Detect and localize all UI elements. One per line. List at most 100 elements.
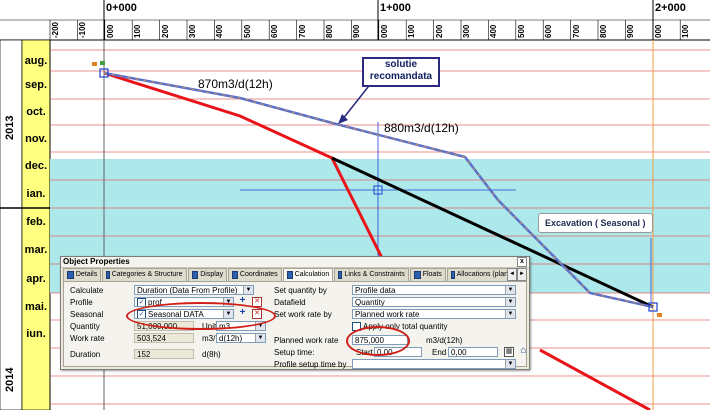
chevron-left-icon[interactable]: ◄	[507, 268, 517, 281]
planned-rate-unit: m3/d(12h)	[426, 336, 463, 345]
month-label: ian.	[26, 188, 46, 200]
set-quantity-value: Profile data	[355, 286, 396, 295]
tab-icon	[106, 271, 110, 279]
tab-label: Categories & Structure	[111, 271, 183, 278]
tab-coordinates[interactable]: Coordinates	[228, 268, 282, 281]
tab-icon	[191, 271, 199, 279]
chainage-minor-label: 300	[462, 24, 471, 38]
dialog-title-bar[interactable]: Object Properties x	[61, 257, 529, 268]
chainage-major-label: 2+000	[655, 2, 686, 14]
planned-rate-label: Planned work rate	[274, 336, 339, 345]
callout-text: solutie recomandata	[369, 59, 433, 82]
calendar-icon[interactable]: ▦	[504, 347, 514, 357]
end-label: End	[432, 348, 447, 357]
highlight-ellipse-rate	[346, 326, 410, 356]
chevron-down-icon: ▼	[505, 310, 515, 318]
tab-links-constraints[interactable]: Links & Constraints	[334, 268, 409, 281]
work-rate-unit-select[interactable]: d(12h) ▼	[216, 333, 266, 343]
recommended-solution-callout[interactable]: solutie recomandata	[362, 57, 440, 87]
object-properties-dialog: Object Properties x Details Categories & …	[60, 256, 530, 370]
chainage-minor-label: 100	[681, 24, 691, 38]
month-label: mai.	[24, 300, 47, 313]
tab-label: Coordinates	[239, 271, 278, 278]
chevron-down-icon: ▼	[243, 286, 253, 294]
work-rate-field[interactable]: 503,524	[134, 333, 194, 343]
excavation-callout[interactable]: Excavation ( Seasonal )	[538, 213, 653, 233]
chainage-minor-label: 500	[516, 24, 526, 38]
setup-time-label: Setup time:	[274, 348, 315, 357]
tab-label: Calculation	[294, 271, 330, 278]
profile-label: Profile	[70, 298, 93, 307]
chainage-minor-label: 700	[297, 24, 307, 38]
rate-label-870: 870m3/d(12h)	[198, 77, 273, 91]
year-label-2014: 2014	[4, 367, 16, 392]
calculation-panel: Calculate Duration (Data From Profile) ▼ …	[63, 281, 528, 369]
tab-label: Floats	[422, 271, 442, 278]
chainage-minor-label: 900	[626, 24, 636, 38]
calculate-select-value: Duration (Data From Profile)	[137, 286, 238, 295]
tab-floats[interactable]: Floats	[409, 268, 446, 281]
tab-details[interactable]: Details	[63, 268, 102, 281]
calculate-select[interactable]: Duration (Data From Profile) ▼	[134, 285, 254, 295]
work-rate-unit: m3/	[202, 334, 216, 343]
tab-calculation[interactable]: Calculation	[282, 268, 334, 281]
home-icon[interactable]: ⌂	[519, 346, 528, 356]
month-label: nov.	[25, 132, 47, 145]
chainage-minor-label: -200	[51, 21, 60, 38]
month-label: aug.	[24, 54, 48, 67]
tab-scroll-buttons: ◄ ►	[507, 268, 527, 281]
tab-icon	[450, 271, 455, 279]
work-rate-label: Work rate	[70, 334, 105, 343]
tab-label: Details	[75, 271, 98, 278]
chainage-minor-label: 800	[599, 24, 608, 38]
tab-display[interactable]: Display	[187, 268, 228, 281]
duration-field[interactable]: 152	[134, 349, 194, 359]
chainage-minor-label: 200	[160, 24, 170, 38]
duration-unit: d(8h)	[202, 350, 221, 359]
set-quantity-select[interactable]: Profile data ▼	[352, 285, 516, 295]
duration-label: Duration	[70, 350, 101, 359]
chevron-down-icon: ▼	[505, 298, 515, 306]
chainage-minor-label: 000	[653, 24, 663, 38]
tab-label: Display	[200, 271, 224, 278]
chainage-minor-label: 000	[105, 24, 115, 38]
chainage-minor-label: 800	[325, 24, 334, 38]
tab-icon	[67, 271, 74, 279]
chainage-minor-label: 100	[407, 24, 417, 38]
chevron-down-icon: ▼	[255, 334, 265, 342]
tab-icon	[286, 271, 293, 279]
chevron-right-icon[interactable]: ►	[517, 268, 527, 281]
chainage-minor-label: 400	[215, 24, 225, 38]
highlight-ellipse-seasonal	[126, 302, 276, 330]
tab-label: Links & Constraints	[344, 271, 405, 278]
chainage-major-label: 1+000	[380, 2, 411, 14]
tab-categories-structure[interactable]: Categories & Structure	[102, 268, 187, 281]
month-label: apr.	[26, 272, 46, 285]
rate-label-880: 880m3/d(12h)	[384, 121, 459, 135]
close-button[interactable]: x	[517, 257, 527, 267]
chainage-major-label: 0+000	[106, 2, 137, 14]
tab-strip: Details Categories & Structure Display Coor…	[63, 268, 527, 281]
chainage-minor-label: -100	[78, 21, 88, 38]
datafield-select[interactable]: Quantity ▼	[352, 297, 516, 307]
month-label: feb.	[26, 216, 46, 228]
chainage-minor-label: 700	[571, 24, 581, 38]
year-label-2013: 2013	[4, 115, 16, 140]
month-label: sep.	[24, 79, 47, 91]
excavation-callout-text: Excavation ( Seasonal )	[545, 218, 646, 228]
month-label: oct.	[26, 106, 46, 118]
chainage-minor-label: 000	[379, 24, 389, 38]
set-work-rate-select[interactable]: Planned work rate ▼	[352, 309, 516, 319]
chainage-minor-label: 600	[270, 24, 280, 38]
month-label: iun.	[26, 328, 46, 340]
tab-icon	[232, 271, 238, 279]
chevron-down-icon: ▼	[505, 286, 515, 294]
chainage-minor-label: 100	[133, 24, 143, 38]
end-field[interactable]: 0,00	[448, 347, 498, 357]
datafield-label: Datafield	[274, 298, 306, 307]
chainage-minor-label: 600	[544, 24, 554, 38]
profile-setup-select[interactable]: ▼	[352, 359, 516, 369]
time-distance-chart[interactable]: 2013 2014 aug. sep. oct. nov. dec. ian. feb. ma…	[0, 0, 710, 412]
chainage-minor-label: 900	[352, 24, 362, 38]
month-label: dec.	[24, 160, 47, 172]
